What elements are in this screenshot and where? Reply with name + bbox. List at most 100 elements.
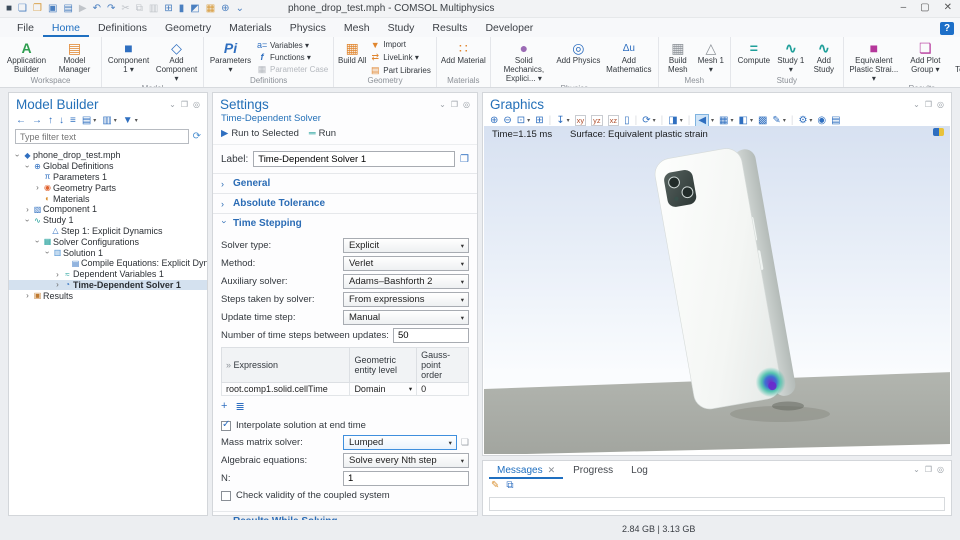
rotate-icon[interactable]: ⟳ <box>642 115 650 126</box>
add-study-button[interactable]: ∿ Add Study <box>808 39 840 76</box>
tree-item-results[interactable]: ›▣Results <box>9 290 207 301</box>
tree-item-compile-equations[interactable]: ▤Compile Equations: Explicit Dynamics <box>9 258 207 269</box>
delete-icon[interactable]: ▮ <box>179 3 185 14</box>
section-general[interactable]: ›General <box>213 173 477 193</box>
chevron-down-icon[interactable]: ⌄ <box>913 465 920 474</box>
tab-progress[interactable]: Progress <box>565 463 621 479</box>
menu-physics[interactable]: Physics <box>281 19 335 37</box>
mesh-1-button[interactable]: △ Mesh 1 ▾ <box>695 39 727 76</box>
menu-study[interactable]: Study <box>379 19 424 37</box>
legend-chip-icon[interactable] <box>933 128 944 136</box>
annotations-icon[interactable]: ✎ <box>772 115 780 126</box>
table-row[interactable]: root.comp1.solid.cellTime Domain▾ 0 <box>222 383 469 396</box>
tree-item-dependent-variables[interactable]: ›≈Dependent Variables 1 <box>9 269 207 280</box>
settings-icon[interactable]: ⚙ <box>798 115 807 126</box>
menu-geometry[interactable]: Geometry <box>156 19 220 37</box>
qat-overflow-icon[interactable]: ⌄ <box>236 3 244 14</box>
tree-item-solution-1[interactable]: ›▥Solution 1 <box>9 247 207 258</box>
menu-materials[interactable]: Materials <box>220 19 281 37</box>
algebraic-equations-select[interactable]: Solve every Nth step▾ <box>343 453 469 468</box>
float-panel-icon[interactable]: ❐ <box>925 465 932 474</box>
tree-item-step-1[interactable]: △Step 1: Explicit Dynamics <box>9 226 207 237</box>
build-all-button[interactable]: ▦ Build All <box>337 39 367 76</box>
result-templates-button[interactable]: ▤ Result Templates <box>950 39 960 84</box>
pin-icon[interactable]: ◎ <box>937 465 944 474</box>
mass-matrix-select[interactable]: Lumped▾ <box>343 435 457 450</box>
chevron-down-icon[interactable]: ⌄ <box>169 100 176 109</box>
add-material-button[interactable]: ∷ Add Material <box>440 39 487 76</box>
chevron-down-icon[interactable]: ⌄ <box>913 100 920 109</box>
show-grid-icon[interactable]: ▩ <box>758 115 767 126</box>
solid-mechanics-button[interactable]: ● Solid Mechanics, Explici... ▾ <box>494 39 554 84</box>
entity-level-select[interactable]: Domain▾ <box>354 384 412 394</box>
filter-menu-icon[interactable]: ▼ <box>123 115 133 126</box>
scene-light-icon[interactable]: ◨ <box>668 115 677 126</box>
redo-icon[interactable]: ↷ <box>107 3 115 14</box>
variables-button[interactable]: a= Variables ▾ <box>257 40 328 50</box>
parameters-button[interactable]: Pi Parameters ▾ <box>207 39 254 76</box>
application-builder-button[interactable]: A Application Builder <box>3 39 50 76</box>
refresh-icon[interactable]: ⟳ <box>193 131 201 142</box>
build-mesh-button[interactable]: ▦ Build Mesh <box>662 39 694 76</box>
menu-results[interactable]: Results <box>423 19 476 37</box>
solver-type-select[interactable]: Explicit▾ <box>343 238 469 253</box>
move-down-icon[interactable]: ↓ <box>59 115 64 126</box>
label-action-icon[interactable]: ❐ <box>460 154 469 165</box>
close-tab-icon[interactable]: ✕ <box>548 465 556 475</box>
section-time-stepping[interactable]: ›Time Stepping <box>213 213 477 233</box>
new-file-icon[interactable]: ❏ <box>18 3 27 14</box>
tree-item-root[interactable]: ›◆phone_drop_test.mph <box>9 150 207 161</box>
tree-item-global-definitions[interactable]: ›⊕Global Definitions <box>9 161 207 172</box>
tree-item-component-1[interactable]: ›▧Component 1 <box>9 204 207 215</box>
add-component-button[interactable]: ◇ Add Component ▾ <box>153 39 200 84</box>
menu-file[interactable]: File <box>8 19 43 37</box>
menu-mesh[interactable]: Mesh <box>335 19 379 37</box>
view-yz-icon[interactable]: yz <box>591 115 603 126</box>
interpolate-checkbox-row[interactable]: Interpolate solution at end time <box>221 420 469 431</box>
open-icon[interactable]: ❐ <box>33 3 42 14</box>
model-manager-button[interactable]: ▤ Model Manager <box>51 39 98 76</box>
auxiliary-solver-select[interactable]: Adams–Bashforth 2▾ <box>343 274 469 289</box>
equivalent-plastic-strain-button[interactable]: ■ Equivalent Plastic Strai... ▾ <box>847 39 901 84</box>
filter-input[interactable] <box>15 129 189 144</box>
copy-messages-icon[interactable]: ⧉ <box>506 480 513 491</box>
check-validity-checkbox[interactable] <box>221 491 231 501</box>
tree-item-solver-configurations[interactable]: ›▦Solver Configurations <box>9 236 207 247</box>
tree-item-geometry-parts[interactable]: ›◉Geometry Parts <box>9 182 207 193</box>
minimize-button[interactable]: – <box>901 2 907 13</box>
model-tree-node-menu-icon[interactable]: ▤ <box>82 115 91 126</box>
section-absolute-tolerance[interactable]: ›Absolute Tolerance <box>213 193 477 213</box>
interpolate-checkbox[interactable] <box>221 421 231 431</box>
zoom-in-icon[interactable]: ⊕ <box>490 115 498 126</box>
table-options-icon[interactable]: ≣ <box>235 400 244 413</box>
pin-icon[interactable]: ◎ <box>937 100 944 109</box>
view-xz-icon[interactable]: xz <box>608 115 620 126</box>
undo-icon[interactable]: ↶ <box>93 3 101 14</box>
field-action-icon[interactable]: ❏ <box>461 437 469 448</box>
solver-label-input[interactable] <box>253 151 455 167</box>
snapshot-icon[interactable]: ◉ <box>817 115 826 126</box>
go-to-default-view-icon[interactable]: ↧ <box>556 115 564 126</box>
tree-item-parameters[interactable]: πParameters 1 <box>9 172 207 183</box>
steps-taken-select[interactable]: From expressions▾ <box>343 292 469 307</box>
n-input[interactable] <box>343 471 469 486</box>
collapse-all-icon[interactable]: ≡ <box>70 115 76 126</box>
run-button[interactable]: ═Run <box>309 128 336 139</box>
float-panel-icon[interactable]: ❐ <box>925 100 932 109</box>
compute-button[interactable]: = Compute <box>734 39 774 76</box>
view-xy-icon[interactable]: xy <box>575 115 587 126</box>
preview-icon[interactable]: ▤ <box>63 3 72 14</box>
select-icon[interactable]: ◩ <box>190 3 199 14</box>
import-button[interactable]: ▼ Import <box>370 40 431 50</box>
move-header-icon[interactable]: » <box>226 360 231 370</box>
functions-button[interactable]: f Functions ▾ <box>257 52 328 62</box>
color-theme-icon[interactable]: ◧ <box>739 115 748 126</box>
highlight-icon[interactable]: ▦ <box>206 3 215 14</box>
close-button[interactable]: ✕ <box>944 2 952 13</box>
clear-messages-icon[interactable]: ✎ <box>491 480 499 491</box>
tree-item-study-1[interactable]: ›∿Study 1 <box>9 215 207 226</box>
float-panel-icon[interactable]: ❐ <box>451 100 458 109</box>
maximize-button[interactable]: ▢ <box>920 2 929 13</box>
add-mathematics-button[interactable]: Δu Add Mathematics <box>603 39 655 84</box>
tree-item-materials[interactable]: ◐Materials <box>9 193 207 204</box>
